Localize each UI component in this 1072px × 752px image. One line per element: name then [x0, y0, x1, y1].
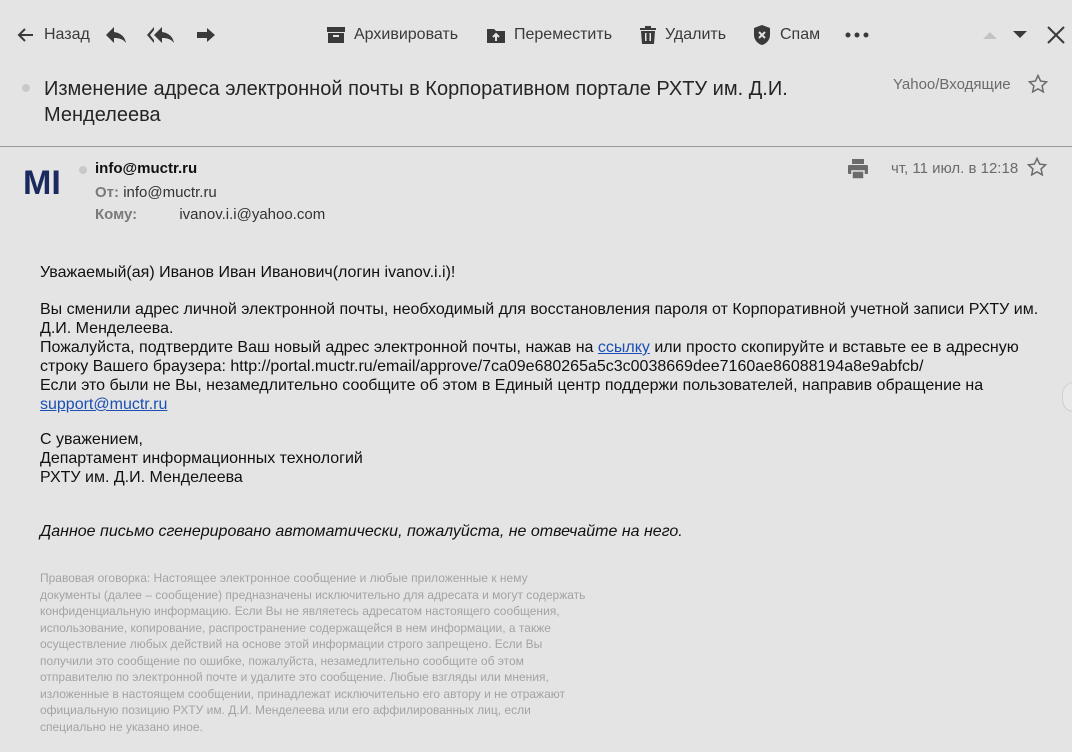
- to-value[interactable]: ivanov.i.i@yahoo.com: [179, 206, 325, 223]
- spam-shield-icon: [752, 24, 772, 46]
- close-button[interactable]: [1046, 22, 1066, 48]
- from-line: От: info@muctr.ru: [95, 184, 217, 201]
- to-label: Кому:: [95, 206, 138, 223]
- star-icon[interactable]: [1027, 73, 1049, 99]
- spam-button[interactable]: Спам: [752, 22, 820, 48]
- archive-icon: [326, 25, 346, 45]
- back-label: Назад: [44, 26, 90, 43]
- avatar-text: MI: [23, 164, 61, 202]
- unread-dot: [22, 84, 30, 92]
- more-icon: [845, 31, 869, 39]
- paragraph-1: Вы сменили адрес личной электронной почт…: [40, 301, 1039, 337]
- delete-button[interactable]: Удалить: [639, 22, 726, 48]
- print-icon[interactable]: [847, 158, 869, 185]
- archive-label: Архивировать: [354, 26, 459, 43]
- scroll-handle[interactable]: [1062, 382, 1072, 412]
- move-icon: [486, 25, 506, 45]
- forward-button[interactable]: [194, 22, 218, 48]
- auto-note: Данное письмо сгенерировано автоматическ…: [40, 523, 683, 540]
- paragraph-3: Если это были не Вы, незамедлительно соо…: [40, 377, 984, 394]
- from-value[interactable]: info@muctr.ru: [123, 184, 217, 201]
- archive-button[interactable]: Архивировать: [326, 22, 458, 48]
- folder-label: Yahoo/Входящие: [893, 76, 1011, 93]
- delete-label: Удалить: [665, 26, 727, 43]
- reply-all-icon: [146, 24, 176, 46]
- message-date: чт, 11 июл. в 12:18: [891, 160, 1019, 177]
- prev-message-button[interactable]: [982, 22, 998, 48]
- more-button[interactable]: [845, 22, 869, 48]
- from-label: От:: [95, 184, 120, 201]
- spam-label: Спам: [780, 26, 821, 43]
- support-link[interactable]: support@muctr.ru: [40, 396, 167, 413]
- approve-url: http://portal.muctr.ru/email/approve/7ca…: [230, 358, 924, 375]
- greeting: Уважаемый(ая) Иванов Иван Иванович(логин…: [40, 264, 456, 281]
- forward-icon: [194, 24, 218, 46]
- signature-line-2: Департамент информационных технологий: [40, 450, 363, 467]
- reply-icon: [104, 24, 128, 46]
- close-icon: [1046, 25, 1066, 45]
- sender-name[interactable]: info@muctr.ru: [95, 160, 197, 177]
- confirm-link[interactable]: ссылку: [598, 339, 650, 356]
- reply-all-button[interactable]: [146, 22, 176, 48]
- toolbar: Назад Архивировать Переместить Удалить С…: [0, 0, 1072, 68]
- reply-button[interactable]: [104, 22, 128, 48]
- message-subject: Изменение адреса электронной почты в Кор…: [44, 78, 788, 126]
- avatar[interactable]: MI: [22, 160, 68, 206]
- prev-message-icon: [982, 30, 998, 40]
- back-arrow-icon: [16, 25, 36, 45]
- move-button[interactable]: Переместить: [486, 22, 612, 48]
- move-label: Переместить: [514, 26, 613, 43]
- to-line: Кому: ivanov.i.i@yahoo.com: [95, 206, 325, 223]
- signature-line-1: С уважением,: [40, 431, 143, 448]
- next-message-icon: [1012, 30, 1028, 40]
- next-message-button[interactable]: [1012, 22, 1028, 48]
- message-body: Уважаемый(ая) Иванов Иван Иванович(логин…: [40, 263, 1040, 541]
- trash-icon: [639, 25, 657, 45]
- back-button[interactable]: Назад: [16, 22, 90, 48]
- paragraph-2: Пожалуйста, подтвердите Ваш новый адрес …: [40, 339, 1019, 375]
- signature-line-3: РХТУ им. Д.И. Менделеева: [40, 469, 243, 486]
- legal-disclaimer: Правовая оговорка: Настоящее электронное…: [40, 571, 586, 734]
- sender-status-dot: [79, 166, 87, 174]
- message-star-icon[interactable]: [1026, 156, 1048, 182]
